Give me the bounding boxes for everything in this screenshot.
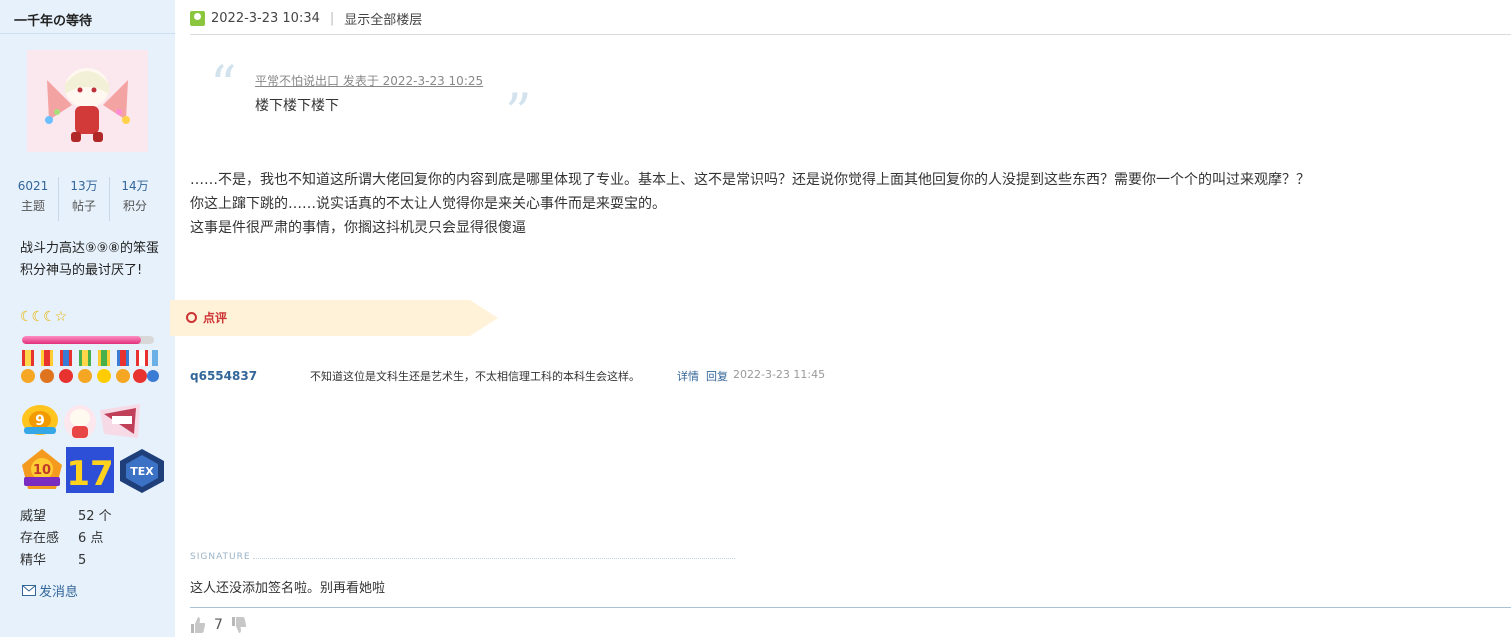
svg-text:9: 9 [35, 413, 45, 429]
user-title: 战斗力高达⑨⑨⑧的笨蛋积分神马的最讨厌了! [20, 241, 159, 278]
thumbs-up-icon[interactable] [190, 616, 206, 634]
info-row-presence: 存在感 6 点 [20, 528, 112, 550]
comment-item: q6554837 不知道这位是文科生还是艺术生，不太相信理工科的本科生会这样。 … [190, 368, 890, 388]
user-info-table: 威望 52 个 存在感 6 点 精华 5 [20, 506, 112, 572]
comment-detail-link[interactable]: 详情 [677, 368, 699, 384]
show-all-floors-link[interactable]: 显示全部楼层 [344, 9, 422, 28]
avatar[interactable] [27, 50, 148, 152]
post-body-line: 你这上蹿下跳的……说实话真的不太让人觉得你是来关心事件而是来耍宝的。 [190, 196, 666, 212]
header-separator: | [329, 11, 335, 26]
svg-text:10: 10 [33, 463, 51, 478]
send-message-label[interactable]: 发消息 [39, 581, 78, 600]
open-quote-icon: “ [210, 56, 237, 116]
medal-ribbons[interactable] [20, 350, 160, 386]
stat-value[interactable]: 6021 [8, 177, 58, 195]
info-key: 威望 [20, 509, 47, 524]
comment-circle-icon [186, 312, 197, 323]
user-sidebar: 一千年の等待 6021 主题 13万 帖子 14万 积分 战斗力高达⑨⑨⑧的笨蛋… [0, 0, 175, 637]
badge-icon: 9 [22, 405, 58, 435]
send-message-link[interactable]: 发消息 [22, 581, 78, 600]
info-key: 存在感 [20, 531, 60, 546]
close-quote-icon: ” [505, 84, 532, 144]
post-datetime: 2022-3-23 10:34 [211, 11, 320, 26]
stat-points[interactable]: 14万 积分 [110, 177, 160, 221]
user-stats: 6021 主题 13万 帖子 14万 积分 [8, 177, 160, 221]
stat-topics[interactable]: 6021 主题 [8, 177, 59, 221]
envelope-icon [22, 585, 36, 596]
svg-text:TEX: TEX [130, 465, 154, 478]
stat-posts[interactable]: 13万 帖子 [59, 177, 110, 221]
info-row-prestige: 威望 52 个 [20, 506, 112, 528]
quote-meta-link[interactable]: 平常不怕说出口 发表于 2022-3-23 10:25 [255, 72, 483, 89]
divider [190, 607, 1511, 608]
badge-row: 9 [20, 400, 160, 442]
online-status-icon [190, 11, 205, 26]
post-body: ……不是，我也不知道这所谓大佬回复你的内容到底是哪里体现了专业。基本上、这不是常… [190, 168, 1490, 240]
info-key: 精华 [20, 553, 47, 568]
info-value: 5 [78, 553, 87, 568]
comments-label: 点评 [203, 311, 228, 325]
divider [0, 33, 175, 34]
stat-label: 积分 [122, 199, 147, 213]
vote-bar: 7 [190, 616, 247, 634]
level-moon-icons: ☾☾☾☆ [20, 309, 67, 325]
signature-text: 这人还没添加签名啦。别再看她啦 [190, 581, 386, 596]
like-count: 7 [214, 617, 223, 633]
post-body-line: ……不是，我也不知道这所谓大佬回复你的内容到底是哪里体现了专业。基本上、这不是常… [190, 172, 1310, 188]
signature-divider [253, 558, 735, 559]
comments-section-tag: 点评 [170, 300, 498, 336]
stat-value[interactable]: 14万 [110, 177, 160, 195]
comment-reply-link[interactable]: 回复 [706, 368, 728, 384]
badge-row: 10 17 TEX [20, 447, 166, 494]
post-header: 2022-3-23 10:34 | 显示全部楼层 [190, 9, 422, 28]
svg-text:17: 17 [66, 454, 113, 493]
comment-username[interactable]: q6554837 [190, 369, 257, 383]
info-row-essence: 精华 5 [20, 550, 112, 572]
post-main: 2022-3-23 10:34 | 显示全部楼层 “ 平常不怕说出口 发表于 2… [170, 0, 1511, 637]
divider [190, 34, 1511, 35]
quote-text: 楼下楼下楼下 [255, 98, 339, 114]
quote-block: “ 平常不怕说出口 发表于 2022-3-23 10:25 楼下楼下楼下 ” [210, 56, 540, 140]
experience-bar-fill [22, 336, 141, 344]
info-value: 52 个 [78, 509, 112, 524]
info-value: 6 点 [78, 531, 104, 546]
stat-label: 帖子 [71, 199, 96, 213]
thumbs-down-icon[interactable] [231, 616, 247, 634]
signature-label: SIGNATURE [190, 552, 251, 562]
comment-text: 不知道这位是文科生还是艺术生，不太相信理工科的本科生会这样。 [310, 370, 640, 383]
comment-time: 2022-3-23 11:45 [733, 368, 826, 381]
stat-label: 主题 [20, 199, 45, 213]
post-body-line: 这事是件很严肃的事情，你搁这抖机灵只会显得很傻逼 [190, 220, 526, 236]
stat-value[interactable]: 13万 [59, 177, 109, 195]
username[interactable]: 一千年の等待 [14, 10, 92, 29]
experience-bar [22, 336, 154, 344]
